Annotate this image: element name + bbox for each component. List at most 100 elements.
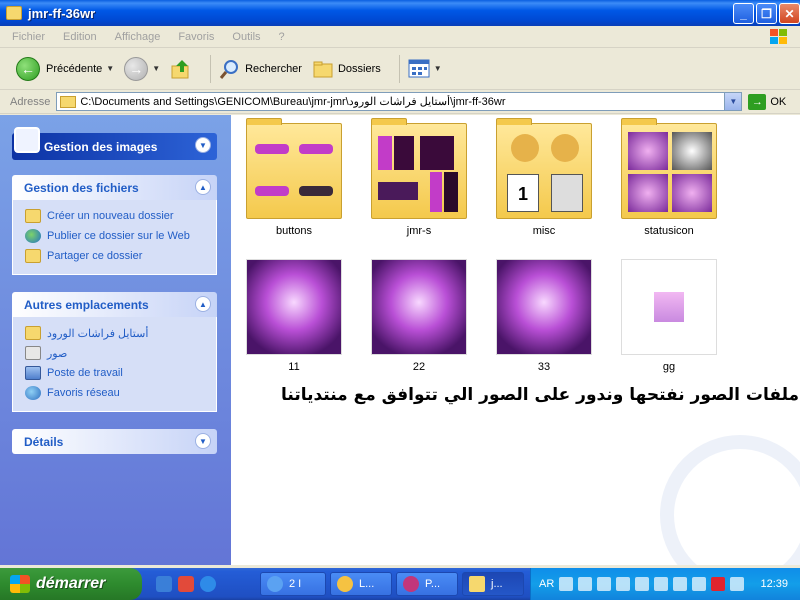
back-label: Précédente — [46, 62, 103, 75]
address-path[interactable]: C:\Documents and Settings\GENICOM\Bureau… — [80, 95, 724, 108]
messenger-icon[interactable] — [156, 576, 172, 592]
other-places-header[interactable]: Autres emplacements ▲ — [12, 292, 217, 317]
chevron-up-icon[interactable]: ▲ — [195, 179, 211, 195]
toolbar-separator — [398, 54, 400, 83]
media-icon[interactable] — [178, 576, 194, 592]
minimize-button[interactable]: _ — [733, 3, 754, 24]
views-icon — [408, 59, 430, 77]
image-tasks-header[interactable]: Gestion des images ▼ — [12, 127, 217, 160]
link-label: Partager ce dossier — [47, 250, 143, 262]
link-label: Créer un nouveau dossier — [47, 210, 174, 222]
overlay-caption: تظهر ملفات الصور نفتحها وندور على الصور … — [281, 385, 800, 405]
chevron-up-icon[interactable]: ▲ — [195, 296, 211, 312]
task-button-explorer[interactable]: j... — [462, 572, 524, 596]
new-folder-link[interactable]: Créer un nouveau dossier — [13, 206, 216, 226]
place-network[interactable]: Favoris réseau — [13, 383, 216, 403]
task-label: 2 I — [289, 578, 302, 590]
views-button[interactable]: ▼ — [408, 59, 442, 79]
antivirus-icon[interactable] — [711, 577, 726, 591]
image-item-gg[interactable]: gg — [619, 259, 719, 373]
chevron-down-icon[interactable]: ▼ — [724, 93, 742, 110]
task-label: P... — [425, 578, 441, 590]
folder-item-misc[interactable]: 1 misc — [494, 118, 594, 237]
go-arrow-icon: → — [748, 93, 767, 110]
image-item-22[interactable]: 22 — [369, 259, 469, 373]
image-thumbnail — [371, 259, 467, 355]
keyboard-icon[interactable] — [559, 577, 574, 591]
chevron-down-icon[interactable]: ▼ — [106, 64, 114, 73]
help-icon[interactable] — [578, 577, 593, 591]
back-button[interactable]: ← Précédente ▼ — [16, 56, 114, 81]
toolbar-separator — [210, 54, 212, 83]
close-button[interactable]: ✕ — [779, 3, 800, 24]
publish-web-link[interactable]: Publier ce dossier sur le Web — [13, 226, 216, 246]
task-pane: Gestion des images ▼ Gestion des fichier… — [0, 115, 231, 565]
address-input[interactable]: C:\Documents and Settings\GENICOM\Bureau… — [56, 92, 743, 111]
image-item-11[interactable]: 11 — [244, 259, 344, 373]
chevron-down-icon[interactable]: ▼ — [195, 433, 211, 449]
task-button-2[interactable]: L... — [330, 572, 392, 596]
task-label: L... — [359, 578, 375, 590]
app-icon — [337, 576, 353, 592]
pictures-icon — [25, 346, 41, 360]
item-label: statusicon — [644, 225, 694, 237]
window-title: jmr-ff-36wr — [28, 5, 96, 21]
tray-icon[interactable] — [597, 577, 612, 591]
item-label: 33 — [537, 361, 551, 373]
go-button[interactable]: → OK — [748, 93, 787, 110]
chevron-down-icon[interactable]: ▼ — [195, 137, 211, 153]
file-tasks-header[interactable]: Gestion des fichiers ▲ — [12, 175, 217, 200]
maximize-button[interactable]: ❐ — [756, 3, 777, 24]
file-tasks-body: Créer un nouveau dossier Publier ce doss… — [12, 200, 217, 275]
menu-view[interactable]: Affichage — [115, 31, 161, 43]
chevron-down-icon[interactable]: ▼ — [152, 64, 160, 73]
menu-favorites[interactable]: Favoris — [178, 31, 214, 43]
bluetooth-icon[interactable] — [654, 577, 669, 591]
windows-flag-icon — [10, 575, 30, 593]
place-parent-folder[interactable]: أستايل فراشات الورود — [13, 323, 216, 343]
start-button[interactable]: démarrer — [0, 568, 142, 600]
details-header[interactable]: Détails ▼ — [12, 429, 217, 454]
up-folder-button[interactable] — [170, 58, 192, 80]
search-button[interactable]: Rechercher — [219, 58, 302, 80]
item-label: misc — [532, 225, 556, 237]
link-label: صور — [47, 347, 68, 360]
forward-button[interactable]: → ▼ — [124, 56, 160, 81]
file-tasks-title: Gestion des fichiers — [24, 181, 139, 195]
folder-thumbnail — [371, 118, 467, 219]
task-button-ie[interactable]: 2 I — [260, 572, 326, 596]
folder-item-statusicon[interactable]: statusicon — [619, 118, 719, 237]
language-indicator[interactable]: AR — [539, 578, 554, 590]
share-folder-icon — [25, 249, 41, 263]
item-label: gg — [662, 361, 676, 373]
item-label: 22 — [412, 361, 426, 373]
place-my-computer[interactable]: Poste de travail — [13, 363, 216, 383]
tray-icon[interactable] — [635, 577, 650, 591]
image-item-33[interactable]: 33 — [494, 259, 594, 373]
folders-button[interactable]: Dossiers — [312, 58, 381, 80]
tray-icon[interactable] — [692, 577, 707, 591]
tray-icon[interactable] — [616, 577, 631, 591]
folder-thumbnail: 1 — [496, 118, 592, 219]
share-folder-link[interactable]: Partager ce dossier — [13, 246, 216, 266]
menu-file[interactable]: Fichier — [12, 31, 45, 43]
smiley-icon[interactable] — [673, 577, 688, 591]
menu-help[interactable]: ? — [279, 31, 285, 43]
folder-item-jmr-s[interactable]: jmr-s — [369, 118, 469, 237]
chevron-down-icon[interactable]: ▼ — [434, 64, 442, 73]
task-button-3[interactable]: P... — [396, 572, 458, 596]
place-pictures[interactable]: صور — [13, 343, 216, 363]
globe-icon — [25, 229, 41, 243]
ie-icon[interactable] — [200, 576, 216, 592]
link-label: Poste de travail — [47, 367, 123, 379]
item-label: 11 — [288, 361, 300, 373]
menu-tools[interactable]: Outils — [232, 31, 260, 43]
new-folder-icon — [25, 209, 41, 223]
folder-item-buttons[interactable]: buttons — [244, 118, 344, 237]
picture-icon — [14, 127, 40, 153]
network-icon[interactable] — [730, 577, 745, 591]
clock[interactable]: 12:39 — [760, 578, 788, 590]
image-thumbnail — [246, 259, 342, 355]
go-label: OK — [770, 95, 787, 108]
menu-edit[interactable]: Edition — [63, 31, 97, 43]
